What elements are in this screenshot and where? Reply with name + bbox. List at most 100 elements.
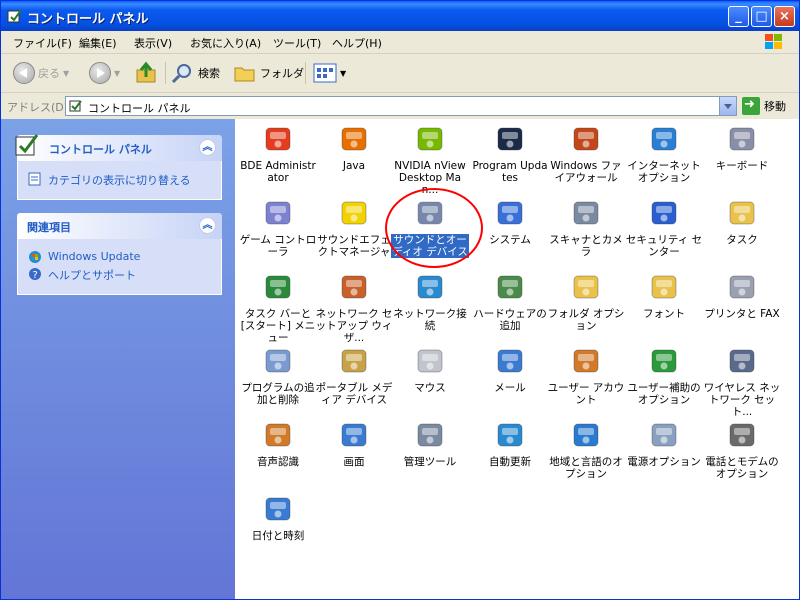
title-bar[interactable]: コントロール パネル _ □ × bbox=[1, 1, 799, 31]
menu-view[interactable]: 表示(V) bbox=[134, 35, 172, 51]
windows-update-link[interactable]: Windows Update bbox=[28, 250, 213, 264]
control-panel-item[interactable]: ユーザー アカウント bbox=[547, 345, 625, 406]
control-panel-item[interactable]: サウンドエフェクトマネージャ bbox=[315, 197, 393, 258]
control-panel-small-icon bbox=[69, 100, 82, 112]
folder-icon bbox=[234, 67, 255, 82]
control-panel-item[interactable]: ネットワーク接続 bbox=[391, 271, 469, 332]
control-panel-item[interactable]: タスク bbox=[703, 197, 781, 246]
collapse-chevron-icon[interactable]: ︽ bbox=[199, 217, 216, 234]
control-panel-item[interactable]: マウス bbox=[391, 345, 469, 394]
control-panel-item[interactable]: 電源オプション bbox=[625, 419, 703, 468]
control-panel-item[interactable]: プログラムの追加と削除 bbox=[239, 345, 317, 406]
control-panel-item[interactable]: 自動更新 bbox=[471, 419, 549, 468]
item-label: 管理ツール bbox=[403, 456, 457, 468]
item-label: BDE Administrator bbox=[240, 160, 316, 184]
menu-tools[interactable]: ツール(T) bbox=[273, 35, 321, 51]
forward-arrow-icon bbox=[89, 62, 111, 84]
control-panel-item[interactable]: 画面 bbox=[315, 419, 393, 468]
control-panel-item[interactable]: 音声認識 bbox=[239, 419, 317, 468]
program-updates-icon bbox=[497, 127, 523, 151]
menu-edit[interactable]: 編集(E) bbox=[79, 35, 117, 51]
go-arrow-icon bbox=[742, 97, 760, 115]
go-button[interactable]: 移動 bbox=[742, 96, 786, 116]
address-dropdown-button[interactable] bbox=[719, 97, 736, 115]
control-panel-item[interactable]: セキュリティ センター bbox=[625, 197, 703, 258]
address-field[interactable]: コントロール パネル bbox=[65, 96, 737, 116]
control-panel-item[interactable]: システム bbox=[471, 197, 549, 246]
scanner-camera-icon bbox=[573, 201, 599, 225]
windows-logo-icon bbox=[765, 34, 782, 49]
control-panel-item[interactable]: ポータブル メディア デバイス bbox=[315, 345, 393, 406]
item-label: タスク bbox=[726, 234, 758, 246]
item-label: Java bbox=[342, 160, 366, 172]
control-panel-item[interactable]: Program Updates bbox=[471, 123, 549, 184]
item-label: タスク バーと [スタート] メニュー bbox=[240, 308, 316, 344]
panel-title: 関連項目 bbox=[27, 221, 71, 234]
item-label: 電話とモデムのオプション bbox=[705, 456, 779, 480]
control-panel-item[interactable]: プリンタと FAX bbox=[703, 271, 781, 320]
back-button[interactable]: 戻る ▼ bbox=[13, 60, 69, 86]
minimize-button[interactable]: _ bbox=[728, 6, 749, 27]
panel-body: Windows Update ? ヘルプとサポート bbox=[17, 239, 222, 295]
help-and-support-link[interactable]: ? ヘルプとサポート bbox=[28, 267, 213, 283]
speech-icon bbox=[265, 423, 291, 447]
address-value: コントロール パネル bbox=[88, 102, 191, 115]
item-label: 電源オプション bbox=[627, 456, 701, 468]
category-view-icon bbox=[28, 172, 41, 186]
item-label: ネットワーク接続 bbox=[393, 308, 467, 332]
maximize-button[interactable]: □ bbox=[751, 6, 772, 27]
item-label: Windows ファイアウォール bbox=[550, 160, 622, 184]
control-panel-item[interactable]: 管理ツール bbox=[391, 419, 469, 468]
mouse-icon bbox=[417, 349, 443, 373]
dropdown-arrow-icon: ▼ bbox=[63, 68, 70, 78]
control-panel-item[interactable]: NVIDIA nView Desktop Man... bbox=[391, 123, 469, 196]
control-panel-item[interactable]: ユーザー補助のオプション bbox=[625, 345, 703, 406]
item-label: ネットワーク セットアップ ウィザ... bbox=[315, 308, 393, 344]
add-hardware-icon bbox=[497, 275, 523, 299]
control-panel-item[interactable]: メール bbox=[471, 345, 549, 394]
control-panel-item[interactable]: ワイヤレス ネットワーク セット... bbox=[703, 345, 781, 418]
switch-to-category-view-link[interactable]: カテゴリの表示に切り替える bbox=[28, 172, 213, 188]
close-icon: × bbox=[779, 9, 790, 24]
menu-favorites[interactable]: お気に入り(A) bbox=[190, 35, 261, 51]
control-panel-item[interactable]: スキャナとカメラ bbox=[547, 197, 625, 258]
up-folder-button[interactable] bbox=[135, 60, 159, 86]
forward-button[interactable]: ▼ bbox=[89, 60, 120, 86]
help-icon: ? bbox=[29, 268, 41, 281]
window-title: コントロール パネル bbox=[27, 12, 149, 27]
panel-body: カテゴリの表示に切り替える bbox=[17, 161, 222, 200]
taskbar-start-icon bbox=[265, 275, 291, 299]
control-panel-item[interactable]: 地域と言語のオプション bbox=[547, 419, 625, 480]
control-panel-item[interactable]: BDE Administrator bbox=[239, 123, 317, 184]
control-panel-item[interactable]: フォルダ オプション bbox=[547, 271, 625, 332]
control-panel-items-view: BDE Administrator Java NVIDIA nView Deskto… bbox=[235, 119, 799, 599]
control-panel-item[interactable]: ハードウェアの追加 bbox=[471, 271, 549, 332]
panel-header[interactable]: コントロール パネル ︽ bbox=[15, 134, 222, 161]
collapse-chevron-icon[interactable]: ︽ bbox=[199, 139, 216, 156]
folders-button[interactable]: フォルダ bbox=[233, 60, 304, 86]
views-button[interactable]: ▼ bbox=[313, 60, 346, 86]
control-panel-item[interactable]: インターネット オプション bbox=[625, 123, 703, 184]
item-label: 日付と時刻 bbox=[251, 530, 305, 542]
search-button[interactable]: 検索 bbox=[171, 60, 220, 86]
regional-language-icon bbox=[573, 423, 599, 447]
item-label: Program Updates bbox=[472, 160, 548, 184]
tasks-icon bbox=[729, 201, 755, 225]
close-button[interactable]: × bbox=[774, 6, 795, 27]
control-panel-item[interactable]: Windows ファイアウォール bbox=[547, 123, 625, 184]
control-panel-item[interactable]: タスク バーと [スタート] メニュー bbox=[239, 271, 317, 344]
control-panel-item[interactable]: キーボード bbox=[703, 123, 781, 172]
panel-header[interactable]: 関連項目 ︽ bbox=[17, 213, 222, 239]
address-label: アドレス(D) bbox=[7, 101, 69, 114]
control-panel-item[interactable]: フォント bbox=[625, 271, 703, 320]
bde-admin-icon bbox=[265, 127, 291, 151]
control-panel-item[interactable]: ネットワーク セットアップ ウィザ... bbox=[315, 271, 393, 344]
control-panel-item[interactable]: 日付と時刻 bbox=[239, 493, 317, 542]
back-label: 戻る bbox=[38, 67, 60, 80]
control-panel-item[interactable]: 電話とモデムのオプション bbox=[703, 419, 781, 480]
control-panel-item[interactable]: Java bbox=[315, 123, 393, 172]
menu-help[interactable]: ヘルプ(H) bbox=[332, 35, 382, 51]
control-panel-item[interactable]: ゲーム コントローラ bbox=[239, 197, 317, 258]
item-label: 音声認識 bbox=[257, 456, 299, 468]
menu-file[interactable]: ファイル(F) bbox=[13, 35, 72, 51]
